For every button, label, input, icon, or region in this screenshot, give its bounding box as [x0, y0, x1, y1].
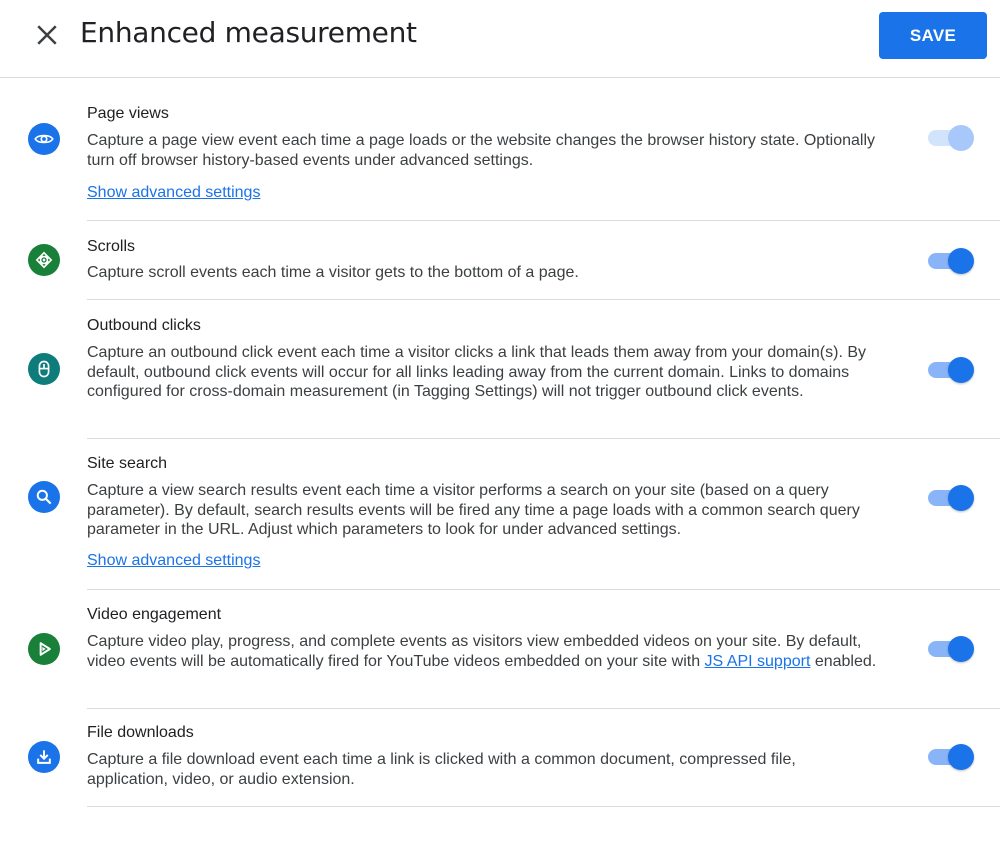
eye-icon	[28, 123, 60, 155]
setting-description: Capture an outbound click event each tim…	[87, 344, 867, 400]
page-views-toggle[interactable]	[928, 123, 976, 153]
download-icon	[28, 741, 60, 773]
setting-name: Page views	[87, 105, 169, 122]
setting-name: Site search	[87, 455, 168, 472]
scroll-icon	[28, 244, 60, 276]
close-icon	[37, 25, 57, 45]
setting-description: Capture video play, progress, and comple…	[87, 632, 877, 671]
video-engagement-toggle[interactable]	[928, 634, 976, 664]
setting-name: Scrolls	[87, 238, 136, 255]
divider	[87, 589, 1000, 590]
toggle-knob	[948, 125, 974, 151]
js-api-support-link[interactable]: JS API support	[705, 653, 811, 670]
setting-name: File downloads	[87, 724, 194, 741]
toggle-knob	[948, 636, 974, 662]
show-advanced-settings-link[interactable]: Show advanced settings	[87, 184, 260, 202]
setting-description: Capture a page view event each time a pa…	[87, 132, 876, 169]
toggle-knob	[948, 357, 974, 383]
file-downloads-toggle[interactable]	[928, 742, 976, 772]
dialog-header: Enhanced measurement SAVE	[0, 0, 1000, 78]
setting-description: Capture a file download event each time …	[87, 751, 796, 788]
toggle-knob	[948, 248, 974, 274]
mouse-icon	[28, 353, 60, 385]
divider	[87, 438, 1000, 439]
setting-description: Capture a view search results event each…	[87, 482, 860, 538]
play-icon	[28, 633, 60, 665]
outbound-clicks-toggle[interactable]	[928, 355, 976, 385]
setting-name: Video engagement	[87, 606, 222, 623]
scrolls-toggle[interactable]	[928, 246, 976, 276]
save-button[interactable]: SAVE	[879, 12, 987, 59]
divider	[87, 708, 1000, 709]
divider	[87, 220, 1000, 221]
setting-name: Outbound clicks	[87, 317, 201, 334]
site-search-toggle[interactable]	[928, 483, 976, 513]
divider	[87, 299, 1000, 300]
toggle-knob	[948, 485, 974, 511]
page-title: Enhanced measurement	[80, 16, 417, 49]
show-advanced-settings-link[interactable]: Show advanced settings	[87, 552, 260, 570]
search-icon	[28, 481, 60, 513]
setting-description: Capture scroll events each time a visito…	[87, 264, 579, 281]
divider	[87, 806, 1000, 807]
description-text: enabled.	[810, 652, 877, 670]
close-button[interactable]	[32, 20, 62, 50]
toggle-knob	[948, 744, 974, 770]
